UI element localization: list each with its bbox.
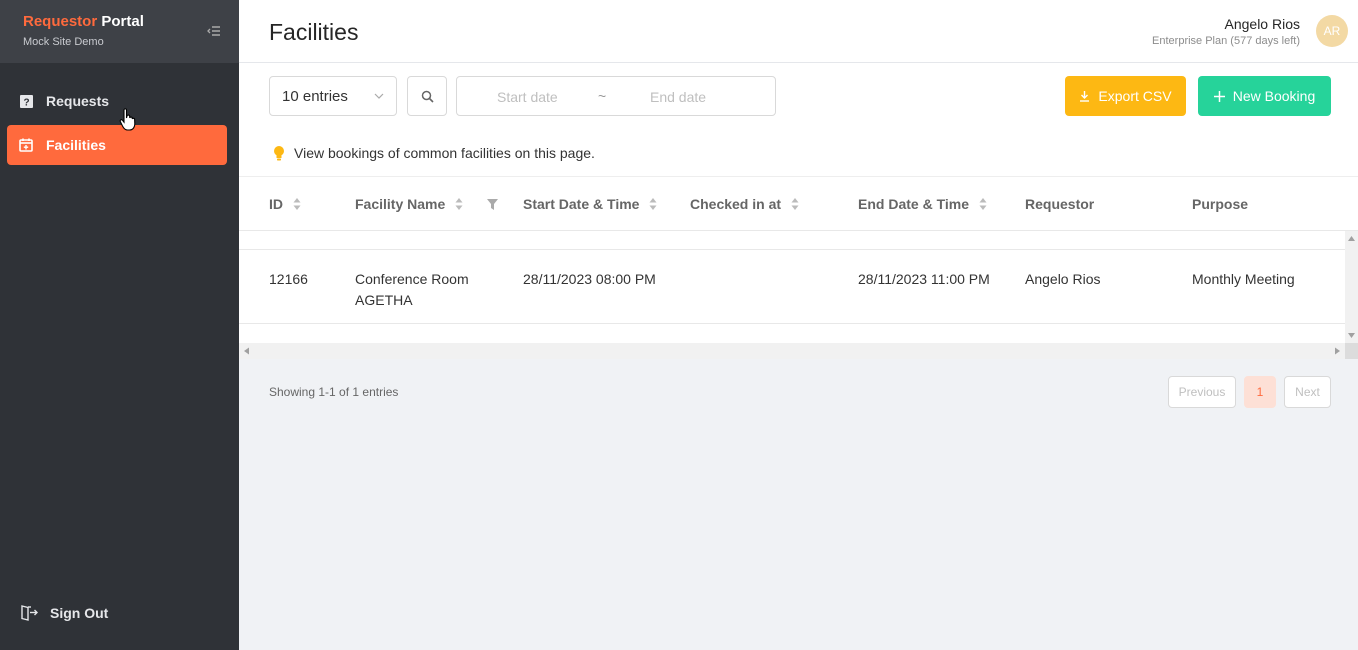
user-name: Angelo Rios (1224, 16, 1301, 32)
question-square-icon: ? (19, 94, 33, 108)
entries-select-value: 10 entries (282, 87, 348, 105)
sort-icon[interactable] (455, 197, 463, 211)
column-header-checked-in[interactable]: Checked in at (690, 196, 799, 212)
next-page-button[interactable]: Next (1284, 376, 1331, 408)
column-label: Checked in at (690, 196, 782, 212)
info-text: View bookings of common facilities on th… (294, 145, 595, 161)
cell-facility-name-line1: Conference Room (355, 271, 469, 287)
sign-out-icon (21, 605, 38, 621)
sign-out-button[interactable]: Sign Out (20, 604, 108, 622)
search-icon (421, 90, 434, 103)
column-header-requestor: Requestor (1025, 196, 1094, 212)
user-plan: Enterprise Plan (577 days left) (1152, 35, 1300, 47)
sort-icon[interactable] (649, 197, 657, 211)
cell-facility-name: Conference Room AGETHA (355, 269, 469, 311)
brand-title-rest: Portal (101, 13, 144, 30)
column-label: Facility Name (355, 196, 446, 212)
page-number-button[interactable]: 1 (1244, 376, 1276, 408)
cell-end-date: 28/11/2023 11:00 PM (858, 271, 990, 287)
sidebar-item-facilities[interactable]: Facilities (7, 125, 227, 165)
cell-id: 12166 (269, 271, 308, 287)
column-label: End Date & Time (858, 196, 969, 212)
calendar-plus-icon (19, 138, 33, 152)
filter-icon[interactable] (487, 199, 498, 210)
search-button[interactable] (407, 76, 447, 116)
brand-title-accent: Requestor (23, 13, 98, 30)
column-label: Requestor (1025, 196, 1095, 212)
sort-icon[interactable] (979, 197, 987, 211)
sidebar: Requestor Portal Mock Site Demo ? Reques… (0, 0, 239, 650)
cell-facility-name-line2: AGETHA (355, 292, 413, 308)
column-label: Start Date & Time (523, 196, 640, 212)
date-range-separator: ~ (598, 88, 607, 104)
hand-cursor-icon (119, 108, 136, 131)
cell-start-date: 28/11/2023 08:00 PM (523, 271, 656, 287)
scrollbar-corner (1345, 343, 1358, 359)
new-booking-button[interactable]: New Booking (1198, 76, 1331, 116)
sign-out-label: Sign Out (50, 605, 109, 621)
table-header: ID Facility Name Start Date & Time Check… (239, 177, 1358, 231)
date-range-picker[interactable]: Start date ~ End date (456, 76, 776, 116)
end-date-input[interactable]: End date (650, 89, 706, 105)
info-banner: View bookings of common facilities on th… (239, 130, 1358, 177)
download-icon (1080, 91, 1090, 102)
sort-icon[interactable] (791, 197, 799, 211)
column-header-purpose: Purpose (1192, 196, 1248, 212)
toolbar: 10 entries Start date ~ End date Export … (239, 63, 1358, 130)
brand-header: Requestor Portal Mock Site Demo (0, 0, 239, 63)
column-header-id[interactable]: ID (269, 196, 301, 212)
start-date-input[interactable]: Start date (497, 89, 558, 105)
column-label: ID (269, 196, 283, 212)
page-title: Facilities (269, 19, 359, 45)
collapse-sidebar-icon[interactable] (207, 24, 221, 38)
vertical-scrollbar[interactable] (1345, 231, 1358, 343)
user-info: Angelo Rios Enterprise Plan (577 days le… (1152, 16, 1300, 47)
column-header-end-date[interactable]: End Date & Time (858, 196, 987, 212)
column-header-start-date[interactable]: Start Date & Time (523, 196, 657, 212)
pagination: Previous 1 Next (1168, 376, 1331, 408)
horizontal-scrollbar[interactable] (239, 343, 1345, 359)
cell-requestor: Angelo Rios (1025, 271, 1101, 287)
new-booking-label: New Booking (1232, 88, 1316, 104)
sidebar-item-requests[interactable]: ? Requests (7, 81, 227, 121)
previous-page-button[interactable]: Previous (1168, 376, 1236, 408)
sidebar-item-label: Facilities (46, 137, 106, 153)
lightbulb-icon (274, 146, 284, 161)
showing-entries-text: Showing 1-1 of 1 entries (269, 385, 399, 399)
scroll-down-icon[interactable] (1345, 330, 1358, 340)
bookings-table: ID Facility Name Start Date & Time Check… (239, 177, 1358, 359)
sort-icon[interactable] (293, 197, 301, 211)
export-csv-label: Export CSV (1098, 88, 1172, 104)
export-csv-button[interactable]: Export CSV (1065, 76, 1186, 116)
cell-purpose: Monthly Meeting (1192, 271, 1295, 287)
plus-icon (1213, 90, 1225, 102)
column-header-facility-name[interactable]: Facility Name (355, 196, 463, 212)
avatar[interactable]: AR (1316, 15, 1348, 47)
column-label: Purpose (1192, 196, 1249, 212)
scroll-left-icon[interactable] (242, 343, 252, 359)
table-row[interactable]: 12166 Conference Room AGETHA 28/11/2023 … (239, 249, 1345, 324)
sidebar-item-label: Requests (46, 93, 110, 109)
scroll-right-icon[interactable] (1332, 343, 1342, 359)
chevron-down-icon (374, 93, 384, 99)
scroll-up-icon[interactable] (1345, 234, 1358, 244)
top-header: Facilities Angelo Rios Enterprise Plan (… (239, 0, 1358, 63)
entries-select[interactable]: 10 entries (269, 76, 397, 116)
svg-text:?: ? (23, 97, 29, 108)
